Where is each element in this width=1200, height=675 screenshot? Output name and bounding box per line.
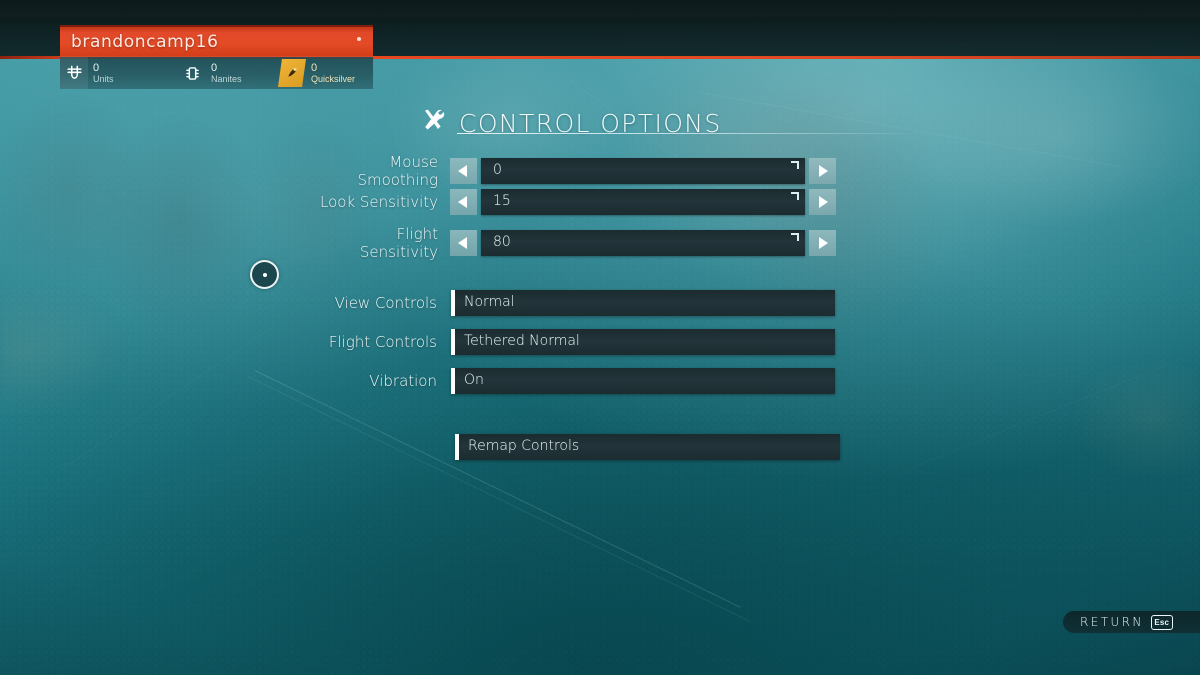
esc-key-badge: Esc	[1150, 614, 1173, 630]
stat-nanites: 0 Nanites	[178, 57, 278, 89]
player-name: brandoncamp16	[71, 32, 219, 52]
player-stats-bar: 0 Units 0 Nanites 0 Quicksilver	[60, 57, 373, 89]
page-title-row: CONTROL OPTIONS	[420, 107, 722, 139]
nanites-icon	[178, 57, 206, 89]
corner-bracket-icon	[791, 192, 799, 200]
row-mouse-smoothing: Mouse Smoothing 0	[315, 153, 836, 189]
esc-key-label: Esc	[1154, 617, 1170, 627]
field-mouse-smoothing[interactable]: 0	[481, 158, 805, 184]
return-label: RETURN	[1080, 615, 1144, 629]
return-button[interactable]: RETURN Esc	[1063, 611, 1200, 633]
caret-left-icon[interactable]	[450, 189, 477, 215]
field-look-sensitivity[interactable]: 15	[481, 189, 805, 215]
units-icon	[60, 57, 88, 89]
title-underline	[457, 133, 923, 134]
tools-icon	[420, 107, 447, 139]
field-flight-sensitivity[interactable]: 80	[481, 230, 805, 256]
circle-cursor	[250, 260, 279, 289]
value-vibration: On	[464, 372, 484, 388]
value-look-sensitivity: 15	[493, 193, 511, 209]
letterbox-band	[0, 0, 1200, 22]
label-look-sensitivity: Look Sensitivity	[320, 193, 438, 211]
label-view-controls: View Controls	[334, 294, 437, 312]
status-dot	[357, 37, 361, 41]
field-flight-controls[interactable]: Tethered Normal	[451, 329, 835, 355]
quicksilver-icon	[278, 59, 306, 87]
label-flight-controls: Flight Controls	[328, 333, 437, 351]
remap-controls-button[interactable]: Remap Controls	[455, 434, 840, 460]
row-look-sensitivity: Look Sensitivity 15	[315, 189, 836, 215]
caret-right-icon[interactable]	[809, 230, 836, 256]
label-mouse-smoothing: Mouse Smoothing	[357, 153, 438, 189]
corner-bracket-icon	[791, 233, 799, 241]
caret-right-icon[interactable]	[809, 189, 836, 215]
nanites-label: Nanites	[211, 74, 242, 84]
row-vibration: Vibration On	[271, 368, 835, 394]
label-flight-sensitivity: Flight Sensitivity	[359, 225, 438, 261]
quicksilver-value: 0	[311, 62, 318, 74]
caret-left-icon[interactable]	[450, 230, 477, 256]
value-view-controls: Normal	[464, 294, 515, 310]
value-flight-sensitivity: 80	[493, 234, 511, 250]
row-flight-sensitivity: Flight Sensitivity 80	[315, 225, 836, 261]
caret-right-icon[interactable]	[809, 158, 836, 184]
corner-bracket-icon	[791, 161, 799, 169]
row-flight-controls: Flight Controls Tethered Normal	[271, 329, 835, 355]
value-mouse-smoothing: 0	[493, 162, 502, 178]
label-vibration: Vibration	[369, 372, 437, 390]
field-vibration[interactable]: On	[451, 368, 835, 394]
player-hud-panel: brandoncamp16 0 Units 0 Nanites 0 Quicks…	[60, 25, 373, 89]
value-flight-controls: Tethered Normal	[464, 333, 580, 349]
row-view-controls: View Controls Normal	[271, 290, 835, 316]
stat-units: 0 Units	[60, 57, 178, 89]
units-value: 0	[93, 62, 100, 74]
quicksilver-label: Quicksilver	[311, 74, 356, 84]
stat-quicksilver: 0 Quicksilver	[278, 57, 373, 89]
caret-left-icon[interactable]	[450, 158, 477, 184]
label-remap-controls: Remap Controls	[468, 438, 580, 454]
cursor-dot	[262, 272, 267, 277]
row-remap-controls: Remap Controls	[455, 434, 840, 460]
nanites-value: 0	[211, 62, 218, 74]
game-screen: brandoncamp16 0 Units 0 Nanites 0 Quicks…	[0, 0, 1200, 675]
field-view-controls[interactable]: Normal	[451, 290, 835, 316]
player-name-bar: brandoncamp16	[60, 25, 373, 57]
units-label: Units	[93, 74, 114, 84]
